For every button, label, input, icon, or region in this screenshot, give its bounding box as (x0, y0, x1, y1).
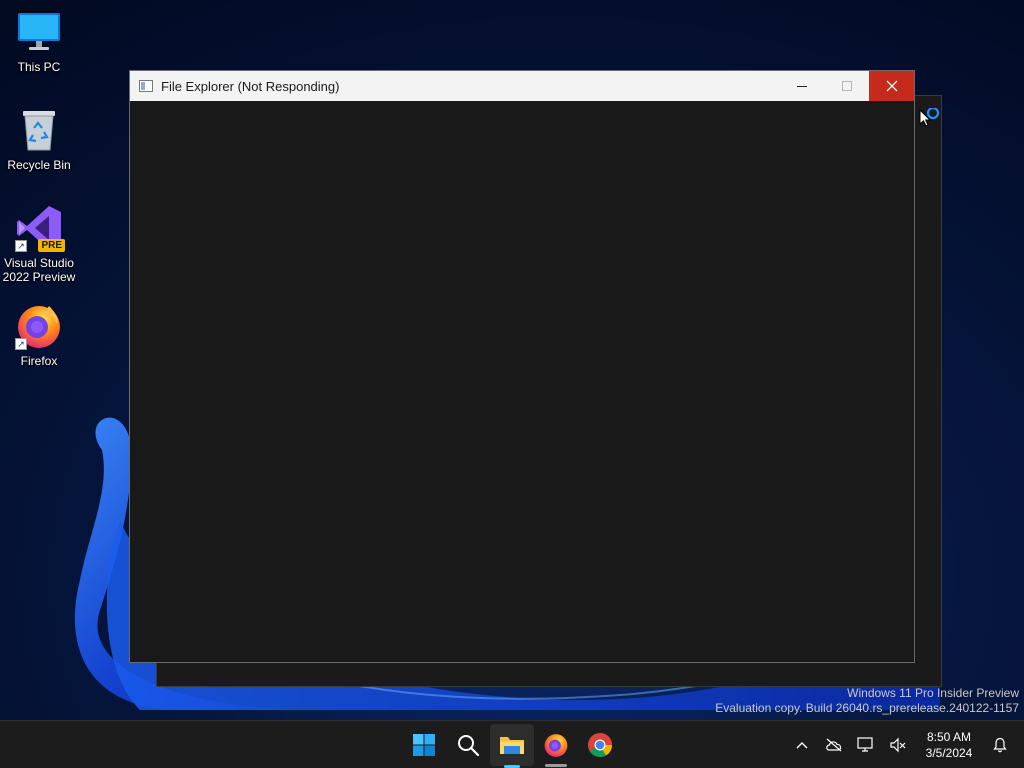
window-app-icon (139, 80, 153, 92)
chrome-icon (588, 733, 612, 758)
taskbar-chrome[interactable] (578, 721, 622, 768)
show-hidden-icons-button[interactable] (786, 721, 818, 768)
busy-cursor-icon (919, 108, 940, 127)
desktop-icon-firefox[interactable]: ↗ Firefox (2, 302, 76, 368)
firefox-icon (544, 734, 568, 757)
system-tray: 8:50 AM 3/5/2024 (786, 721, 1024, 768)
shortcut-arrow-icon: ↗ (15, 338, 27, 350)
taskbar-clock[interactable]: 8:50 AM 3/5/2024 (918, 729, 980, 761)
start-button[interactable] (402, 721, 446, 768)
window-controls (779, 71, 914, 101)
label-line-2: 2022 Preview (2, 270, 76, 284)
maximize-icon (841, 81, 852, 91)
firefox-icon: ↗ (15, 302, 63, 350)
tray-network[interactable] (850, 721, 882, 768)
window-content-area[interactable] (130, 101, 914, 662)
title-bar[interactable]: File Explorer (Not Responding) (130, 71, 914, 101)
taskbar-firefox[interactable] (534, 721, 578, 768)
preview-badge: PRE (38, 239, 65, 252)
volume-muted-icon (890, 737, 906, 753)
maximize-button[interactable] (824, 71, 869, 101)
visual-studio-icon: PRE ↗ (15, 204, 65, 252)
desktop-icon-this-pc[interactable]: This PC (2, 8, 76, 74)
file-explorer-window[interactable]: File Explorer (Not Responding) (129, 70, 915, 663)
close-icon (886, 80, 897, 92)
clock-time: 8:50 AM (926, 730, 972, 744)
desktop-icon-label: Firefox (20, 354, 58, 368)
bell-icon (993, 737, 1007, 753)
running-indicator (545, 764, 567, 767)
desktop-icon-recycle-bin[interactable]: Recycle Bin (2, 106, 76, 172)
search-icon (458, 735, 480, 757)
folder-icon (500, 737, 524, 754)
chevron-up-icon (796, 742, 808, 749)
tray-cloud-status[interactable] (818, 721, 850, 768)
evaluation-watermark: Windows 11 Pro Insider Preview Evaluatio… (715, 686, 1019, 716)
cloud-offline-icon (826, 738, 842, 752)
shortcut-arrow-icon: ↗ (15, 240, 27, 252)
taskbar-apps (402, 721, 622, 768)
watermark-line-1: Windows 11 Pro Insider Preview (847, 686, 1019, 700)
monitor-icon (15, 8, 63, 56)
desktop-icon-visual-studio[interactable]: PRE ↗ Visual Studio 2022 Preview (2, 204, 76, 284)
close-button[interactable] (869, 71, 914, 101)
tray-volume[interactable] (882, 721, 914, 768)
desktop-icon-label: Visual Studio 2022 Preview (3, 256, 76, 284)
taskbar-file-explorer[interactable] (490, 724, 534, 768)
label-line-1: Visual Studio (4, 256, 74, 270)
clock-date: 3/5/2024 (925, 746, 973, 760)
recycle-bin-icon (15, 106, 63, 154)
minimize-icon (796, 85, 807, 87)
desktop-icon-label: This PC (17, 60, 61, 74)
minimize-button[interactable] (779, 71, 824, 101)
notification-center-button[interactable] (984, 721, 1016, 768)
taskbar: 8:50 AM 3/5/2024 (0, 720, 1024, 768)
window-title: File Explorer (Not Responding) (161, 78, 340, 94)
search-button[interactable] (446, 721, 490, 768)
watermark-line-2: Evaluation copy. Build 26040.rs_prerelea… (715, 701, 1019, 715)
network-icon (857, 737, 873, 752)
windows-start-icon (413, 734, 435, 756)
desktop-icon-label: Recycle Bin (7, 158, 71, 172)
